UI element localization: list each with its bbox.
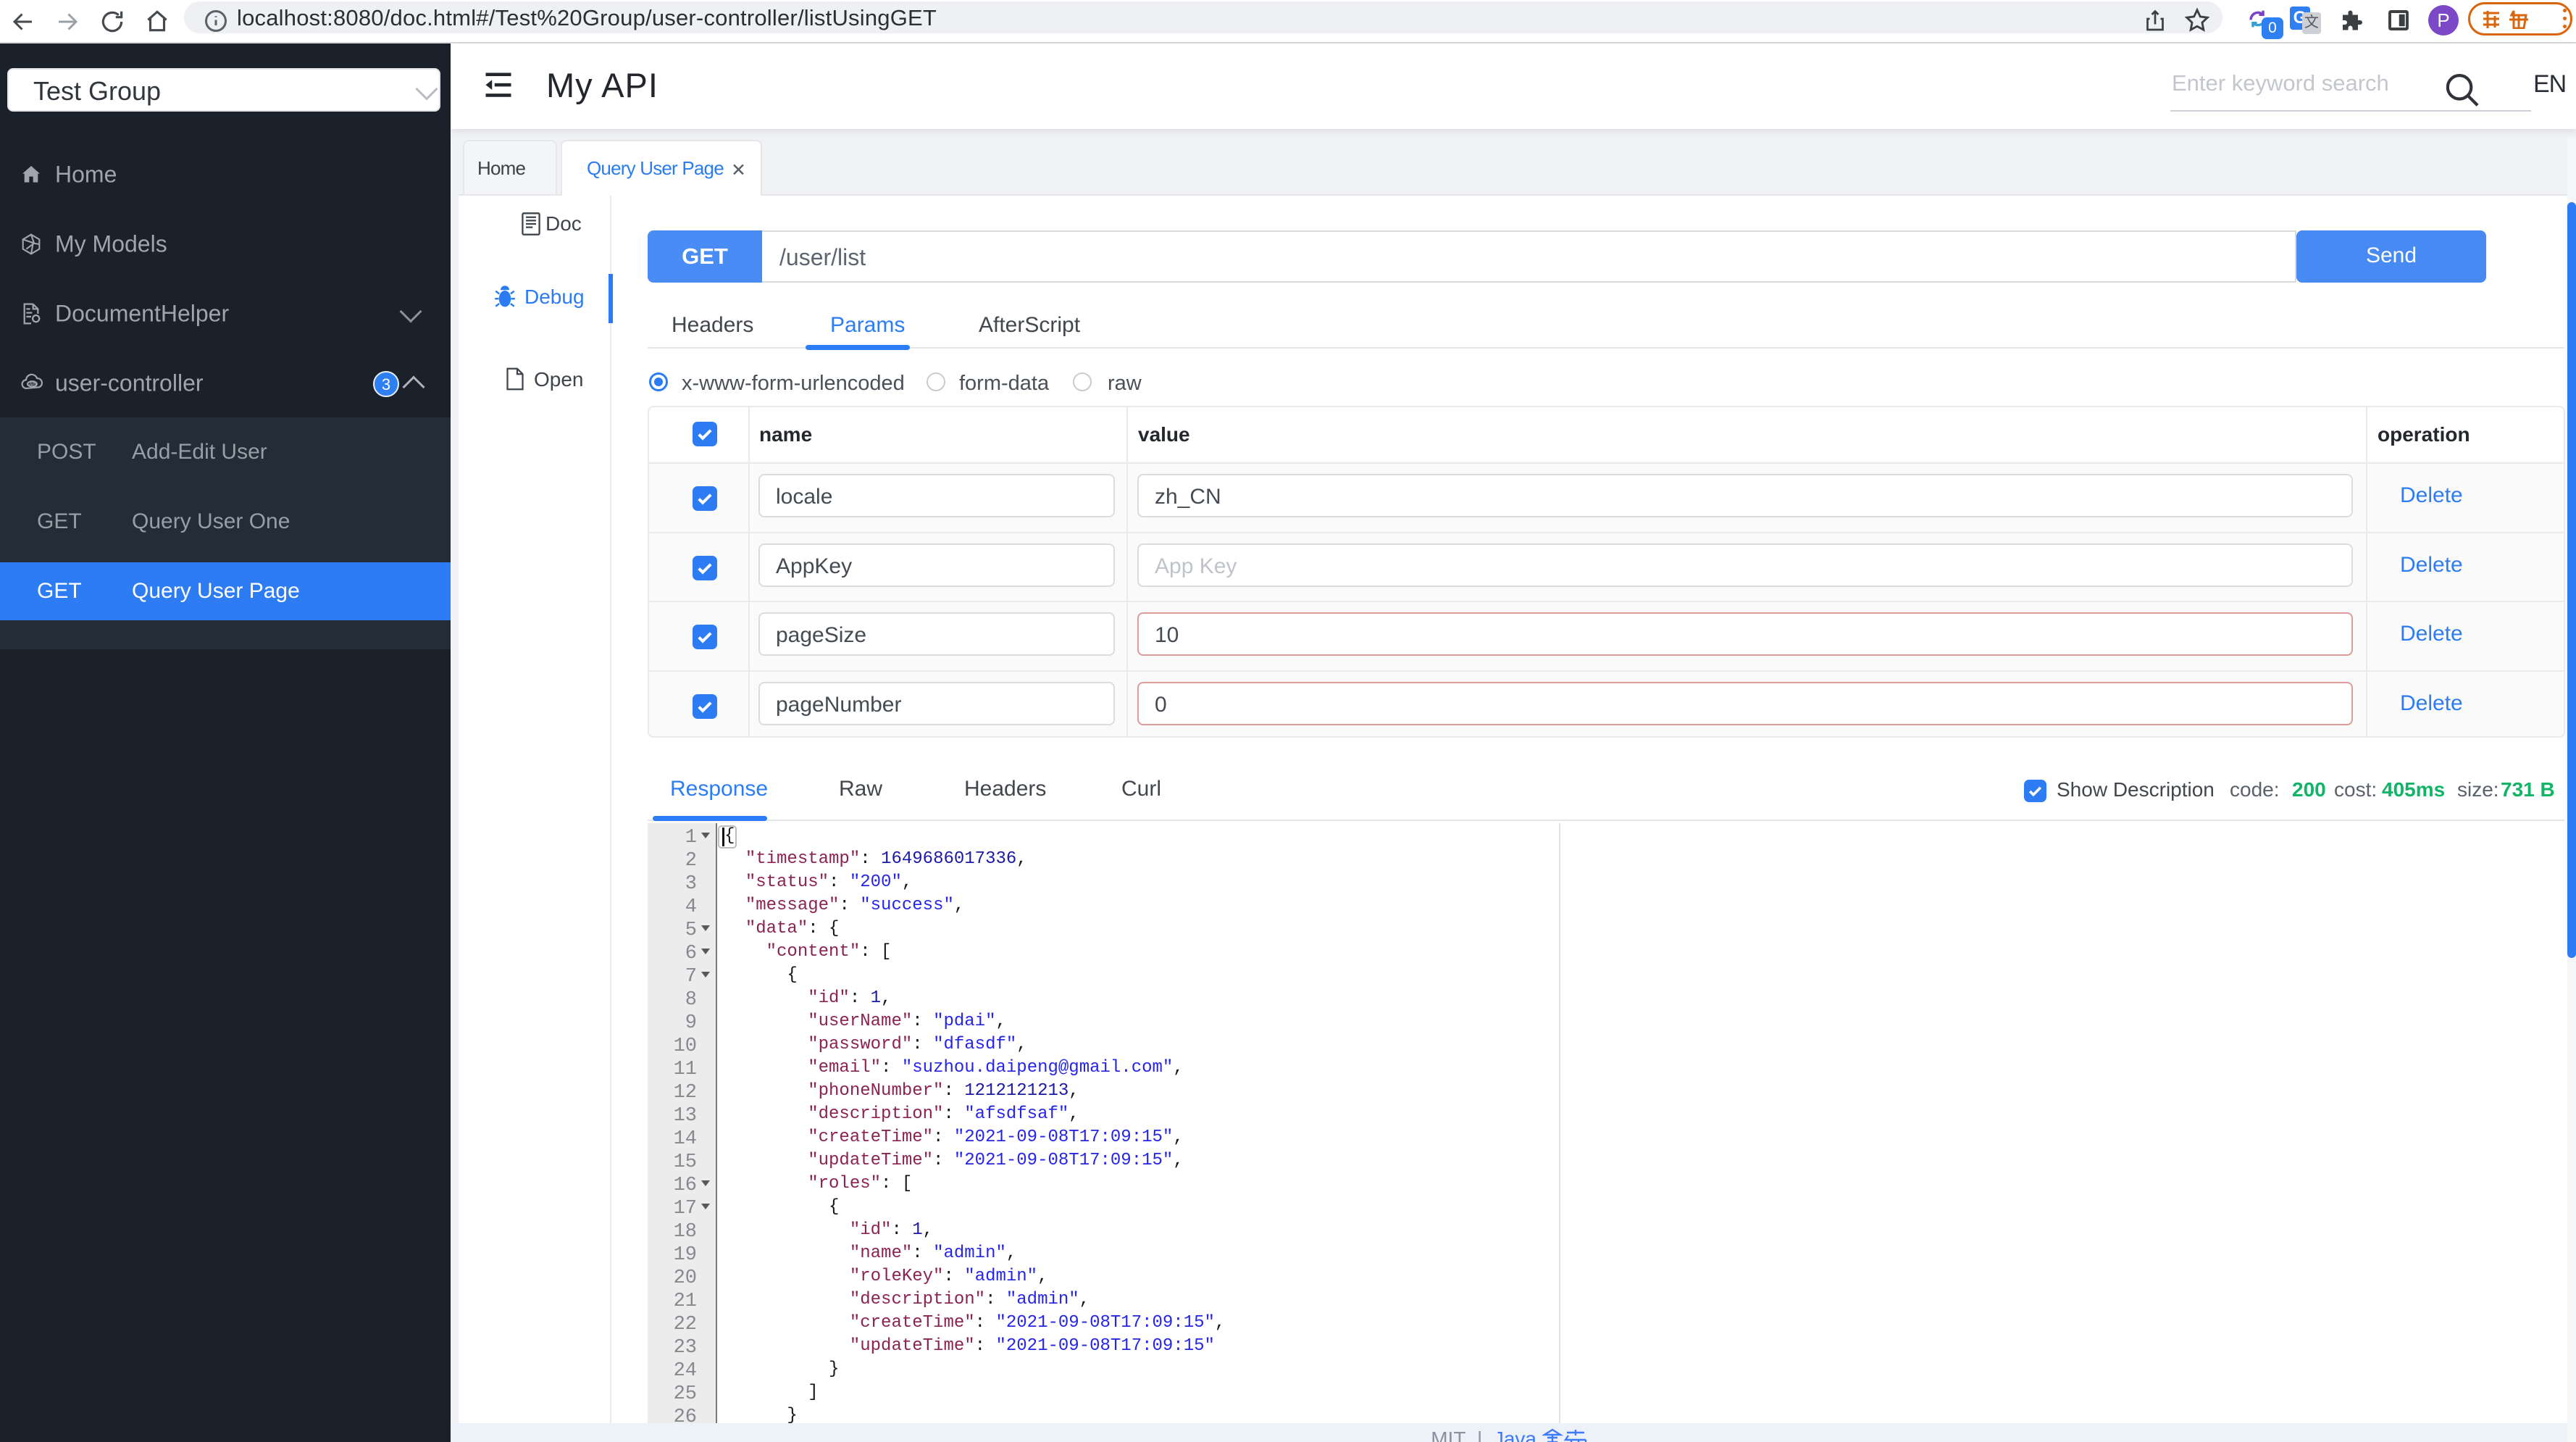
svg-text:API: API bbox=[28, 382, 36, 387]
